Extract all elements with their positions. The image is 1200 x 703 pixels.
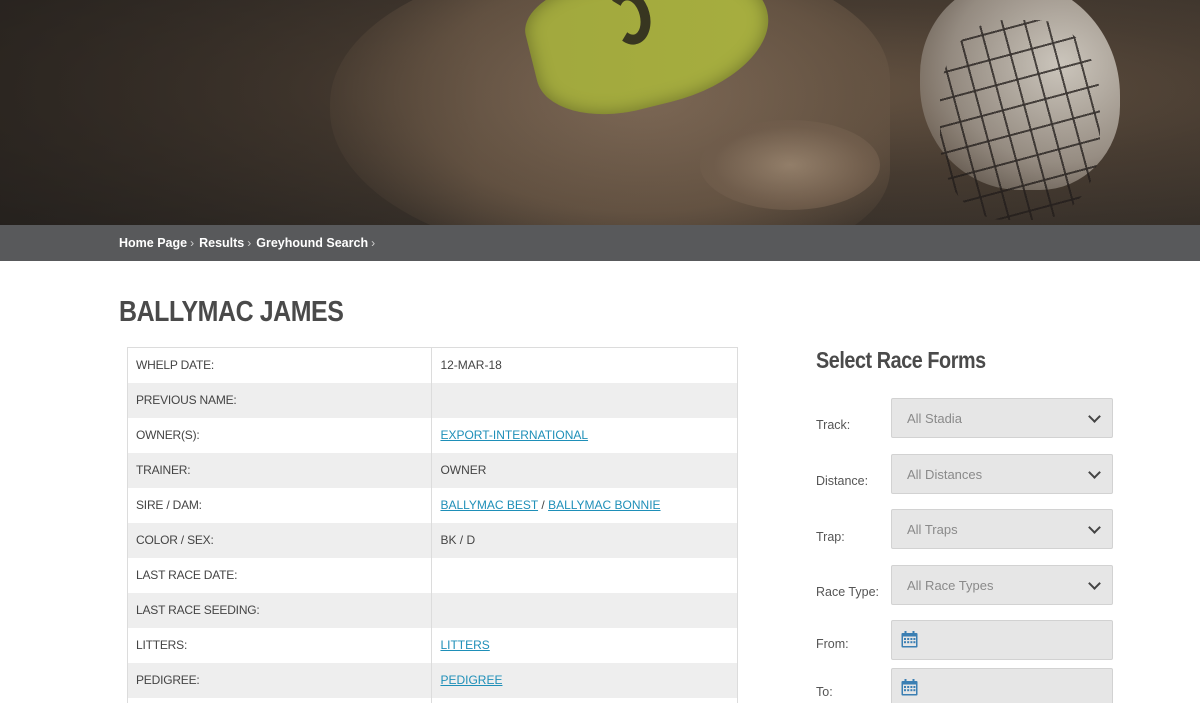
table-row: COLOR / SEX: BK / D	[127, 522, 738, 558]
litters-cell: LITTERS	[431, 627, 738, 663]
track-label: Track:	[816, 418, 851, 432]
chevron-down-icon	[1088, 466, 1101, 479]
chevron-down-icon	[1088, 410, 1101, 423]
table-row: LAST RACE DATE:	[127, 557, 738, 593]
breadcrumb-bar: Home Page › Results › Greyhound Search ›	[0, 225, 1200, 261]
breadcrumb: Home Page › Results › Greyhound Search ›	[119, 225, 380, 261]
litters-link[interactable]: LITTERS	[440, 638, 489, 652]
chevron-right-icon: ›	[190, 236, 195, 250]
row-label: PREVIOUS NAME:	[127, 382, 433, 418]
pedigree-link[interactable]: PEDIGREE	[440, 673, 502, 687]
distance-label: Distance:	[816, 474, 869, 488]
chevron-right-icon: ›	[371, 236, 376, 250]
dam-link[interactable]: BALLYMAC BONNIE	[548, 498, 660, 512]
race-type-select-value: All Race Types	[907, 577, 994, 593]
race-type-select[interactable]: All Race Types	[891, 565, 1113, 605]
track-select[interactable]: All Stadia	[891, 398, 1113, 438]
distance-select[interactable]: All Distances	[891, 454, 1113, 494]
breadcrumb-home[interactable]: Home Page	[119, 236, 187, 250]
sire-link[interactable]: BALLYMAC BEST	[440, 498, 538, 512]
calendar-icon[interactable]	[901, 631, 918, 648]
calendar-icon[interactable]	[901, 679, 918, 696]
table-row: TRAINER: OWNER	[127, 452, 738, 488]
owner-link[interactable]: EXPORT-INTERNATIONAL	[440, 428, 588, 442]
from-label: From:	[816, 637, 849, 651]
track-select-value: All Stadia	[907, 410, 962, 426]
table-row: OWNER(S): EXPORT-INTERNATIONAL	[127, 417, 738, 453]
last-race-date-value	[431, 557, 738, 593]
table-row: PEDIGREE: PEDIGREE	[127, 662, 738, 698]
page-title: BALLYMAC JAMES	[119, 296, 344, 328]
distance-select-value: All Distances	[907, 466, 983, 482]
hero-banner-image	[0, 0, 1200, 225]
table-row: WHELP DATE: 12-MAR-18	[127, 347, 738, 383]
row-label: LITTERS:	[127, 627, 433, 663]
row-label: PEDIGREE:	[127, 662, 433, 698]
trap-select-value: All Traps	[907, 521, 958, 537]
breadcrumb-greyhound-search[interactable]: Greyhound Search	[256, 236, 368, 250]
row-label: COLOR / SEX:	[127, 522, 433, 558]
breadcrumb-results[interactable]: Results	[199, 236, 244, 250]
race-forms-title: Select Race Forms	[816, 347, 986, 373]
chevron-down-icon	[1088, 577, 1101, 590]
pedigree-cell: PEDIGREE	[431, 662, 738, 698]
owner-cell: EXPORT-INTERNATIONAL	[431, 417, 738, 453]
table-row: LITTERS: LITTERS	[127, 627, 738, 663]
from-date-input[interactable]	[891, 620, 1113, 660]
table-row: LAST RACE SEEDING:	[127, 592, 738, 628]
table-row	[127, 697, 738, 703]
table-row: SIRE / DAM: BALLYMAC BEST / BALLYMAC BON…	[127, 487, 738, 523]
row-label: TRAINER:	[127, 452, 433, 488]
row-label: LAST RACE SEEDING:	[127, 592, 433, 628]
chevron-right-icon: ›	[247, 236, 252, 250]
previous-name-value	[431, 382, 738, 418]
to-date-input[interactable]	[891, 668, 1113, 703]
chevron-down-icon	[1088, 521, 1101, 534]
greyhound-details-table: WHELP DATE: 12-MAR-18 PREVIOUS NAME: OWN…	[127, 347, 738, 703]
trainer-value: OWNER	[431, 452, 738, 488]
row-label: OWNER(S):	[127, 417, 433, 453]
row-label: LAST RACE DATE:	[127, 557, 433, 593]
table-row: PREVIOUS NAME:	[127, 382, 738, 418]
color-sex-value: BK / D	[431, 522, 738, 558]
sire-dam-separator: /	[538, 498, 549, 512]
race-type-label: Race Type:	[816, 585, 880, 599]
sire-dam-cell: BALLYMAC BEST / BALLYMAC BONNIE	[431, 487, 738, 523]
hero-overlay	[0, 0, 1200, 225]
trap-select[interactable]: All Traps	[891, 509, 1113, 549]
last-race-seeding-value	[431, 592, 738, 628]
whelp-date-value: 12-MAR-18	[431, 347, 738, 383]
row-label: SIRE / DAM:	[127, 487, 433, 523]
to-label: To:	[816, 685, 833, 699]
trap-label: Trap:	[816, 530, 845, 544]
row-label: WHELP DATE:	[127, 347, 433, 383]
